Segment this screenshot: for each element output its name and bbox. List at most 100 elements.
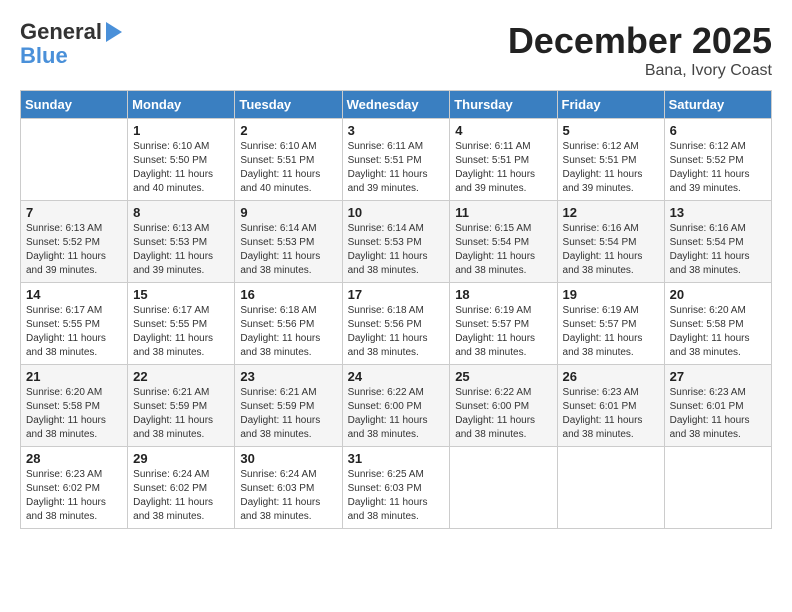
header-friday: Friday xyxy=(557,91,664,119)
day-number: 17 xyxy=(348,287,445,302)
page-title: December 2025 xyxy=(508,20,772,62)
calendar-cell: 23 Sunrise: 6:21 AM Sunset: 5:59 PM Dayli… xyxy=(235,365,342,447)
day-info: Sunrise: 6:23 AM Sunset: 6:01 PM Dayligh… xyxy=(670,386,766,442)
day-info: Sunrise: 6:10 AM Sunset: 5:50 PM Dayligh… xyxy=(133,140,229,196)
calendar-cell: 4Sunrise: 6:11 AM Sunset: 5:51 PM Daylig… xyxy=(450,119,557,201)
day-number: 1 xyxy=(133,123,229,138)
calendar-table: SundayMondayTuesdayWednesdayThursdayFrid… xyxy=(20,90,772,529)
calendar-cell: 26 Sunrise: 6:23 AM Sunset: 6:01 PM Dayli… xyxy=(557,365,664,447)
calendar-cell: 6 Sunrise: 6:12 AM Sunset: 5:52 PM Daylig… xyxy=(664,119,771,201)
header-saturday: Saturday xyxy=(664,91,771,119)
header-wednesday: Wednesday xyxy=(342,91,450,119)
calendar-week-row: 14 Sunrise: 6:17 AM Sunset: 5:55 PM Dayli… xyxy=(21,283,772,365)
day-info: Sunrise: 6:23 AM Sunset: 6:01 PM Dayligh… xyxy=(563,386,659,442)
day-number: 27 xyxy=(670,369,766,384)
header-thursday: Thursday xyxy=(450,91,557,119)
day-number: 22 xyxy=(133,369,229,384)
calendar-week-row: 21 Sunrise: 6:20 AM Sunset: 5:58 PM Dayli… xyxy=(21,365,772,447)
day-number: 4 xyxy=(455,123,551,138)
day-info: Sunrise: 6:17 AM Sunset: 5:55 PM Dayligh… xyxy=(26,304,122,360)
calendar-cell: 24Sunrise: 6:22 AM Sunset: 6:00 PM Dayli… xyxy=(342,365,450,447)
day-number: 21 xyxy=(26,369,122,384)
day-number: 18 xyxy=(455,287,551,302)
day-info: Sunrise: 6:10 AM Sunset: 5:51 PM Dayligh… xyxy=(240,140,336,196)
logo: General Blue xyxy=(20,20,122,68)
day-number: 19 xyxy=(563,287,659,302)
header-tuesday: Tuesday xyxy=(235,91,342,119)
calendar-cell: 25Sunrise: 6:22 AM Sunset: 6:00 PM Dayli… xyxy=(450,365,557,447)
calendar-cell: 13 Sunrise: 6:16 AM Sunset: 5:54 PM Dayli… xyxy=(664,201,771,283)
calendar-cell: 16Sunrise: 6:18 AM Sunset: 5:56 PM Dayli… xyxy=(235,283,342,365)
calendar-cell: 12 Sunrise: 6:16 AM Sunset: 5:54 PM Dayli… xyxy=(557,201,664,283)
day-number: 13 xyxy=(670,205,766,220)
logo-text-blue: Blue xyxy=(20,44,68,68)
calendar-cell: 19Sunrise: 6:19 AM Sunset: 5:57 PM Dayli… xyxy=(557,283,664,365)
calendar-cell: 27 Sunrise: 6:23 AM Sunset: 6:01 PM Dayli… xyxy=(664,365,771,447)
calendar-cell xyxy=(21,119,128,201)
day-info: Sunrise: 6:18 AM Sunset: 5:56 PM Dayligh… xyxy=(240,304,336,360)
calendar-cell: 1 Sunrise: 6:10 AM Sunset: 5:50 PM Daylig… xyxy=(128,119,235,201)
calendar-cell: 9Sunrise: 6:14 AM Sunset: 5:53 PM Daylig… xyxy=(235,201,342,283)
day-info: Sunrise: 6:25 AM Sunset: 6:03 PM Dayligh… xyxy=(348,468,445,524)
day-info: Sunrise: 6:12 AM Sunset: 5:52 PM Dayligh… xyxy=(670,140,766,196)
day-info: Sunrise: 6:16 AM Sunset: 5:54 PM Dayligh… xyxy=(563,222,659,278)
day-number: 30 xyxy=(240,451,336,466)
calendar-header-row: SundayMondayTuesdayWednesdayThursdayFrid… xyxy=(21,91,772,119)
day-number: 11 xyxy=(455,205,551,220)
calendar-cell: 3 Sunrise: 6:11 AM Sunset: 5:51 PM Daylig… xyxy=(342,119,450,201)
day-number: 12 xyxy=(563,205,659,220)
header-sunday: Sunday xyxy=(21,91,128,119)
day-info: Sunrise: 6:11 AM Sunset: 5:51 PM Dayligh… xyxy=(348,140,445,196)
calendar-cell: 22 Sunrise: 6:21 AM Sunset: 5:59 PM Dayli… xyxy=(128,365,235,447)
day-number: 10 xyxy=(348,205,445,220)
day-number: 3 xyxy=(348,123,445,138)
calendar-cell xyxy=(664,447,771,529)
logo-text-general: General xyxy=(20,20,102,44)
day-info: Sunrise: 6:24 AM Sunset: 6:03 PM Dayligh… xyxy=(240,468,336,524)
calendar-cell: 2Sunrise: 6:10 AM Sunset: 5:51 PM Daylig… xyxy=(235,119,342,201)
calendar-cell: 11Sunrise: 6:15 AM Sunset: 5:54 PM Dayli… xyxy=(450,201,557,283)
day-info: Sunrise: 6:21 AM Sunset: 5:59 PM Dayligh… xyxy=(240,386,336,442)
calendar-week-row: 7Sunrise: 6:13 AM Sunset: 5:52 PM Daylig… xyxy=(21,201,772,283)
calendar-week-row: 28 Sunrise: 6:23 AM Sunset: 6:02 PM Dayli… xyxy=(21,447,772,529)
day-number: 29 xyxy=(133,451,229,466)
calendar-cell: 28 Sunrise: 6:23 AM Sunset: 6:02 PM Dayli… xyxy=(21,447,128,529)
day-number: 25 xyxy=(455,369,551,384)
page-header: General Blue December 2025 Bana, Ivory C… xyxy=(20,20,772,80)
day-number: 28 xyxy=(26,451,122,466)
day-info: Sunrise: 6:21 AM Sunset: 5:59 PM Dayligh… xyxy=(133,386,229,442)
day-number: 5 xyxy=(563,123,659,138)
day-info: Sunrise: 6:17 AM Sunset: 5:55 PM Dayligh… xyxy=(133,304,229,360)
day-number: 23 xyxy=(240,369,336,384)
calendar-cell: 7Sunrise: 6:13 AM Sunset: 5:52 PM Daylig… xyxy=(21,201,128,283)
day-number: 6 xyxy=(670,123,766,138)
day-number: 20 xyxy=(670,287,766,302)
calendar-week-row: 1 Sunrise: 6:10 AM Sunset: 5:50 PM Daylig… xyxy=(21,119,772,201)
day-info: Sunrise: 6:14 AM Sunset: 5:53 PM Dayligh… xyxy=(348,222,445,278)
day-number: 26 xyxy=(563,369,659,384)
day-info: Sunrise: 6:12 AM Sunset: 5:51 PM Dayligh… xyxy=(563,140,659,196)
calendar-cell xyxy=(450,447,557,529)
day-info: Sunrise: 6:24 AM Sunset: 6:02 PM Dayligh… xyxy=(133,468,229,524)
calendar-cell: 29 Sunrise: 6:24 AM Sunset: 6:02 PM Dayli… xyxy=(128,447,235,529)
day-info: Sunrise: 6:13 AM Sunset: 5:53 PM Dayligh… xyxy=(133,222,229,278)
calendar-cell: 30 Sunrise: 6:24 AM Sunset: 6:03 PM Dayli… xyxy=(235,447,342,529)
calendar-cell: 20Sunrise: 6:20 AM Sunset: 5:58 PM Dayli… xyxy=(664,283,771,365)
day-info: Sunrise: 6:16 AM Sunset: 5:54 PM Dayligh… xyxy=(670,222,766,278)
day-number: 8 xyxy=(133,205,229,220)
calendar-cell: 18 Sunrise: 6:19 AM Sunset: 5:57 PM Dayli… xyxy=(450,283,557,365)
day-info: Sunrise: 6:20 AM Sunset: 5:58 PM Dayligh… xyxy=(26,386,122,442)
calendar-cell: 21 Sunrise: 6:20 AM Sunset: 5:58 PM Dayli… xyxy=(21,365,128,447)
calendar-cell: 10 Sunrise: 6:14 AM Sunset: 5:53 PM Dayli… xyxy=(342,201,450,283)
day-number: 15 xyxy=(133,287,229,302)
day-number: 31 xyxy=(348,451,445,466)
day-info: Sunrise: 6:14 AM Sunset: 5:53 PM Dayligh… xyxy=(240,222,336,278)
header-monday: Monday xyxy=(128,91,235,119)
day-info: Sunrise: 6:23 AM Sunset: 6:02 PM Dayligh… xyxy=(26,468,122,524)
logo-arrow-icon xyxy=(106,22,122,42)
calendar-cell: 31 Sunrise: 6:25 AM Sunset: 6:03 PM Dayli… xyxy=(342,447,450,529)
day-info: Sunrise: 6:19 AM Sunset: 5:57 PM Dayligh… xyxy=(455,304,551,360)
calendar-cell: 17Sunrise: 6:18 AM Sunset: 5:56 PM Dayli… xyxy=(342,283,450,365)
day-number: 14 xyxy=(26,287,122,302)
title-block: December 2025 Bana, Ivory Coast xyxy=(508,20,772,80)
